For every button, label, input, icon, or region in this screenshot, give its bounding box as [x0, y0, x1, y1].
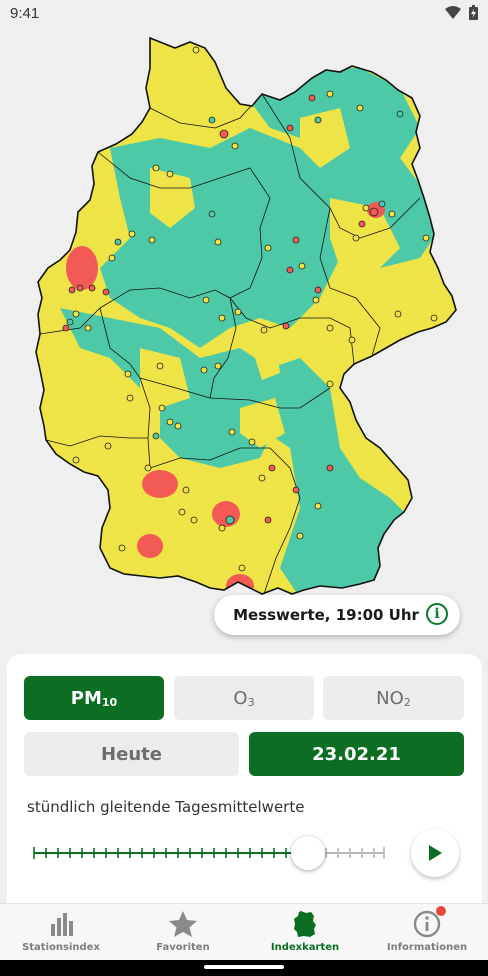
- pollutant-no2-label: NO: [376, 687, 404, 709]
- nav-stationsindex[interactable]: Stationsindex: [0, 904, 122, 960]
- notification-badge: [436, 906, 446, 916]
- pollutant-o3-sub: 3: [247, 695, 255, 709]
- play-icon: [429, 845, 442, 861]
- gesture-bar: [0, 960, 488, 976]
- star-icon: [169, 911, 197, 937]
- battery-icon: [469, 5, 478, 20]
- measurement-time-label: Messwerte, 19:00 Uhr: [233, 606, 419, 624]
- day-date-button[interactable]: 23.02.21: [249, 732, 464, 776]
- status-bar: 9:41: [0, 0, 488, 28]
- pollutant-o3-label: O: [233, 687, 248, 709]
- nav-indexkarten[interactable]: Indexkarten: [244, 904, 366, 960]
- nav-informationen[interactable]: Informationen: [366, 904, 488, 960]
- pollutant-pm10-sub: 10: [101, 695, 118, 709]
- info-icon[interactable]: i: [426, 603, 448, 625]
- slider-thumb[interactable]: [291, 836, 325, 870]
- pollutant-o3-button[interactable]: O3: [174, 676, 314, 720]
- play-button[interactable]: [411, 829, 459, 877]
- nav-favoriten[interactable]: Favoriten: [122, 904, 244, 960]
- nav-indexkarten-label: Indexkarten: [270, 942, 340, 953]
- nav-favoriten-label: Favoriten: [156, 942, 210, 953]
- pollutant-pm10-button[interactable]: PM 10: [24, 676, 164, 720]
- wifi-icon: [445, 5, 461, 19]
- bottom-navigation: Stationsindex Favoriten Indexkarten Info…: [0, 903, 488, 960]
- germany-index-map[interactable]: [0, 28, 488, 648]
- air-quality-map[interactable]: [0, 28, 488, 648]
- germany-map-icon: [294, 911, 316, 937]
- nav-stationsindex-label: Stationsindex: [22, 942, 100, 953]
- status-time: 9:41: [10, 5, 40, 22]
- day-today-label: Heute: [101, 743, 162, 765]
- pollutant-no2-sub: 2: [403, 695, 411, 709]
- day-date-label: 23.02.21: [312, 743, 401, 765]
- pollutant-no2-button[interactable]: NO 2: [323, 676, 464, 720]
- measurement-time-pill[interactable]: Messwerte, 19:00 Uhr i: [214, 595, 460, 635]
- time-slider-track[interactable]: [30, 838, 388, 868]
- home-indicator[interactable]: [204, 965, 284, 969]
- day-today-button[interactable]: Heute: [24, 732, 239, 776]
- pollutant-pm10-label: PM: [70, 687, 102, 709]
- averaging-caption: stündlich gleitende Tagesmittelwerte: [27, 798, 305, 816]
- nav-informationen-label: Informationen: [386, 942, 468, 953]
- bar-chart-icon: [51, 913, 73, 936]
- time-slider[interactable]: [30, 836, 388, 870]
